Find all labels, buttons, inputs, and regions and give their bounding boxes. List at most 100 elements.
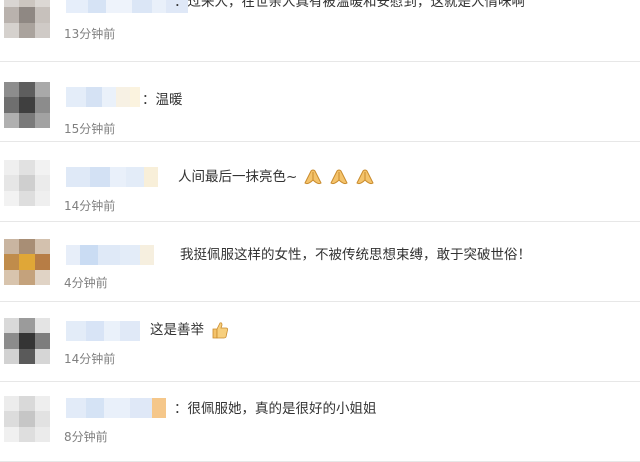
avatar-pixel	[34, 0, 50, 8]
username-pixel	[88, 0, 106, 13]
username-pixel	[120, 321, 140, 341]
username-blurred[interactable]	[66, 398, 166, 418]
avatar-pixel	[34, 22, 50, 38]
comment-time: 13分钟前	[64, 27, 116, 41]
avatar[interactable]	[4, 160, 50, 206]
comment-item: ：温暖 15分钟前	[0, 62, 640, 142]
avatar-pixel	[34, 411, 50, 427]
username-blurred[interactable]	[66, 167, 158, 187]
avatar-pixel	[19, 82, 35, 98]
avatar-pixel	[34, 333, 50, 349]
comment-text: ：很佩服她，真的是很好的小姐姐	[174, 401, 377, 417]
avatar-pixel	[34, 318, 50, 334]
avatar-pixel	[19, 22, 35, 38]
avatar-pixel	[4, 175, 20, 191]
avatar-pixel	[34, 97, 50, 113]
username-pixel	[66, 245, 80, 265]
avatar-pixel	[19, 0, 35, 8]
comment-time: 14分钟前	[64, 199, 116, 213]
username-pixel	[66, 321, 86, 341]
comment-text: 人间最后一抹亮色~	[178, 169, 298, 185]
hands-emoji	[356, 169, 374, 185]
avatar-pixel	[19, 97, 35, 113]
comment-text: 我挺佩服这样的女性，不被传统思想束缚，敢于突破世俗！	[180, 247, 531, 263]
username-pixel	[152, 398, 166, 418]
avatar[interactable]	[4, 318, 50, 364]
comment-item: ：很佩服她，真的是很好的小姐姐 8分钟前	[0, 382, 640, 462]
comment-text: 这是善举	[150, 322, 204, 338]
comment-item: 我挺佩服这样的女性，不被传统思想束缚，敢于突破世俗！ 4分钟前	[0, 222, 640, 302]
username-pixel	[126, 167, 144, 187]
username-pixel	[130, 87, 140, 107]
avatar-pixel	[4, 97, 20, 113]
username-pixel	[86, 398, 104, 418]
avatar-pixel	[4, 426, 20, 442]
username-pixel	[66, 167, 90, 187]
username-pixel	[80, 245, 98, 265]
username-pixel	[152, 0, 166, 13]
comment-text: ：过来人，在世亲人真有被温暖和安慰到，这就是人情味啊	[174, 0, 525, 10]
username-blurred[interactable]	[66, 0, 188, 13]
comment-item: ：过来人，在世亲人真有被温暖和安慰到，这就是人情味啊 13分钟前	[0, 0, 640, 62]
avatar-pixel	[4, 160, 20, 176]
avatar-pixel	[4, 396, 20, 412]
username-pixel	[144, 167, 158, 187]
comment-item: 这是善举 14分钟前	[0, 302, 640, 382]
username-pixel	[104, 398, 130, 418]
avatar-pixel	[19, 348, 35, 364]
username-pixel	[98, 245, 120, 265]
avatar-pixel	[19, 190, 35, 206]
username-blurred[interactable]	[66, 87, 140, 107]
username-blurred[interactable]	[66, 245, 154, 265]
avatar-pixel	[4, 0, 20, 8]
hands-emoji	[304, 169, 322, 185]
username-blurred[interactable]	[66, 321, 140, 341]
avatar-pixel	[34, 269, 50, 285]
avatar-pixel	[4, 254, 20, 270]
avatar-pixel	[4, 333, 20, 349]
username-pixel	[66, 87, 86, 107]
comment-item: 人间最后一抹亮色~ 14分钟前	[0, 142, 640, 222]
avatar-pixel	[19, 7, 35, 23]
username-pixel	[86, 321, 104, 341]
username-pixel	[66, 398, 86, 418]
username-pixel	[140, 245, 154, 265]
avatar[interactable]	[4, 396, 50, 442]
comment-time: 15分钟前	[64, 122, 116, 136]
comment-time: 8分钟前	[64, 430, 108, 444]
comment-text: ：温暖	[142, 92, 183, 108]
avatar-pixel	[34, 160, 50, 176]
username-pixel	[120, 245, 140, 265]
avatar[interactable]	[4, 0, 50, 38]
username-pixel	[86, 87, 102, 107]
avatar-pixel	[4, 269, 20, 285]
avatar[interactable]	[4, 82, 50, 128]
avatar-pixel	[34, 426, 50, 442]
avatar-pixel	[34, 190, 50, 206]
avatar-pixel	[19, 160, 35, 176]
avatar-pixel	[4, 348, 20, 364]
username-pixel	[106, 0, 132, 13]
avatar-pixel	[19, 239, 35, 255]
avatar[interactable]	[4, 239, 50, 285]
avatar-pixel	[4, 190, 20, 206]
avatar-pixel	[19, 112, 35, 128]
avatar-pixel	[4, 411, 20, 427]
avatar-pixel	[34, 175, 50, 191]
comment-content: ：温暖	[142, 89, 183, 111]
avatar-pixel	[19, 318, 35, 334]
avatar-pixel	[19, 396, 35, 412]
avatar-pixel	[4, 112, 20, 128]
avatar-pixel	[4, 239, 20, 255]
comment-content: 人间最后一抹亮色~	[178, 166, 375, 188]
avatar-pixel	[4, 82, 20, 98]
comment-content: ：很佩服她，真的是很好的小姐姐	[174, 398, 377, 420]
avatar-pixel	[4, 7, 20, 23]
avatar-pixel	[19, 254, 35, 270]
avatar-pixel	[34, 254, 50, 270]
avatar-pixel	[19, 333, 35, 349]
avatar-pixel	[4, 318, 20, 334]
comment-content: 这是善举	[150, 319, 230, 341]
comment-content: ：过来人，在世亲人真有被温暖和安慰到，这就是人情味啊	[174, 0, 525, 13]
username-pixel	[130, 398, 152, 418]
